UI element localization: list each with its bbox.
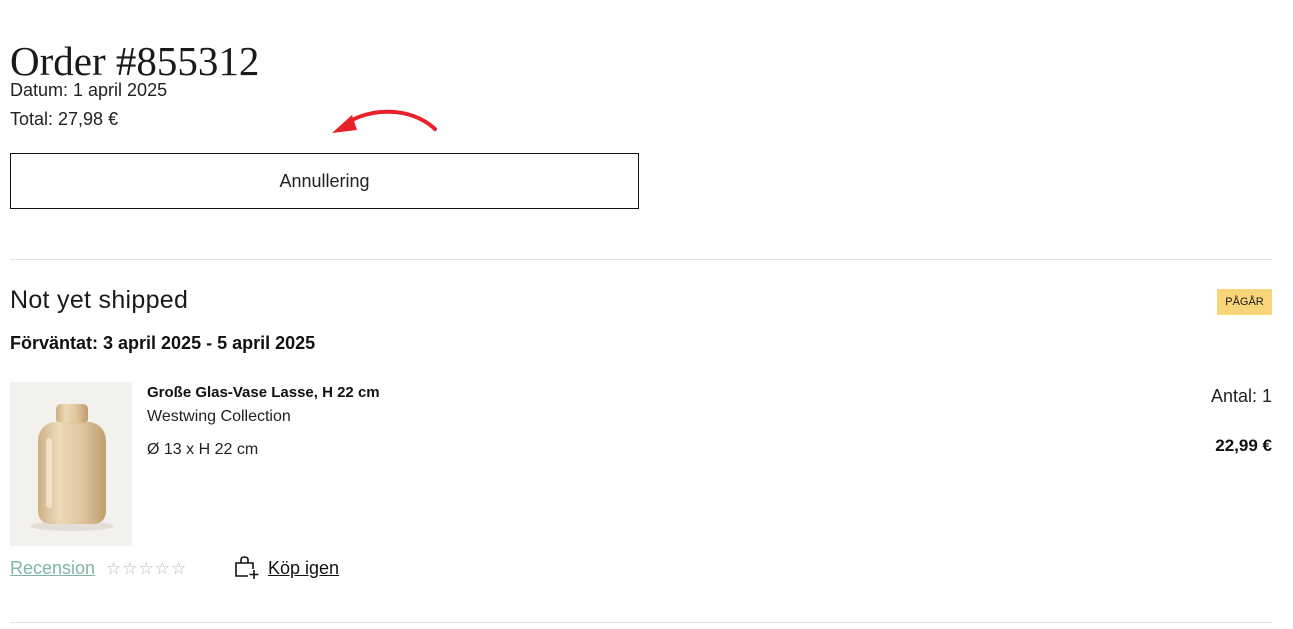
product-name[interactable]: Große Glas-Vase Lasse, H 22 cm [147, 384, 380, 401]
buy-again-label: Köp igen [268, 557, 340, 578]
shopping-bag-plus-icon [235, 556, 260, 580]
cancel-order-button[interactable]: Annullering [10, 153, 639, 209]
product-quantity: Antal: 1 [1210, 386, 1272, 406]
buy-again-button[interactable]: Köp igen [234, 556, 339, 580]
order-total: Total: 27,98 € [10, 109, 119, 129]
annotation-arrow-icon [332, 109, 437, 133]
review-link[interactable]: Recension [10, 558, 95, 579]
rating-stars[interactable]: ☆☆☆☆☆ [106, 559, 187, 579]
product-brand: Westwing Collection [147, 408, 291, 425]
product-dimensions: Ø 13 x H 22 cm [147, 441, 259, 458]
divider [10, 622, 1272, 623]
divider [10, 259, 1272, 260]
shipment-status-title: Not yet shipped [10, 286, 189, 314]
glass-vase-image[interactable] [10, 382, 132, 546]
order-date: Datum: 1 april 2025 [10, 80, 168, 100]
status-badge: PÅGÅR [1217, 289, 1272, 315]
product-price: 22,99 € [1215, 436, 1272, 455]
expected-delivery: Förväntat: 3 april 2025 - 5 april 2025 [10, 333, 316, 353]
